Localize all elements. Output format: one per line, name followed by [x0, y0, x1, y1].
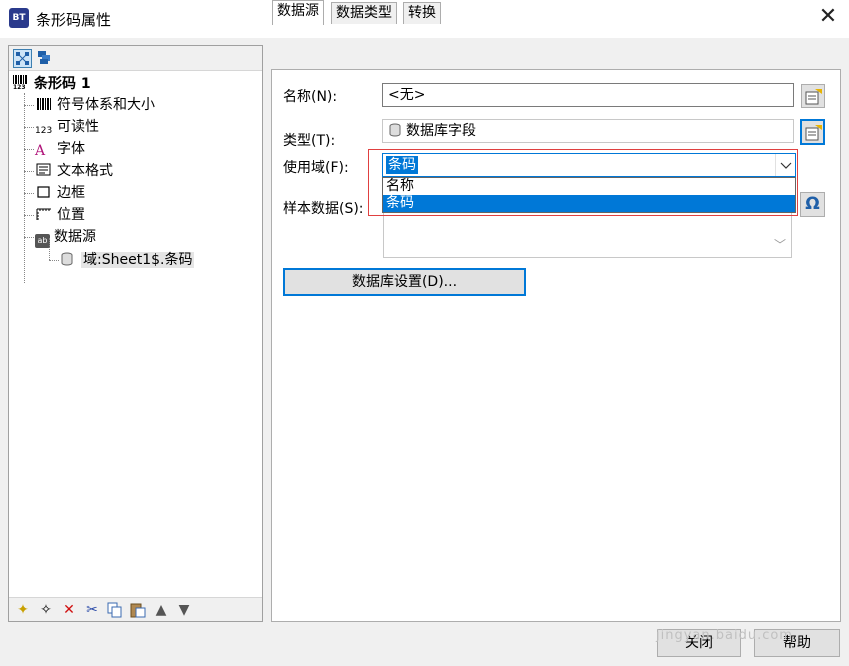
font-icon: A — [35, 143, 46, 159]
tree-item-label: 可读性 — [57, 119, 99, 135]
use-field-selected: 条码 — [386, 156, 418, 174]
list-view-icon — [38, 51, 50, 64]
tab-datasource[interactable]: 数据源 — [272, 0, 324, 25]
use-field-combobox[interactable]: 条码 — [382, 153, 796, 177]
name-field[interactable]: <无> — [382, 83, 794, 107]
tree-item-position[interactable]: 位置 — [35, 205, 85, 225]
barcode-symbology-icon — [35, 97, 53, 111]
cut-icon[interactable]: ✂ — [84, 602, 100, 618]
tree-connector — [24, 237, 34, 238]
database-settings-button[interactable]: 数据库设置(D)... — [283, 268, 526, 296]
tree-item-symbology[interactable]: 符号体系和大小 — [35, 95, 155, 115]
tree-toolbar — [9, 46, 262, 71]
edit-form-icon — [805, 125, 822, 141]
tree-item-datasource[interactable]: ab 数据源 — [35, 227, 96, 248]
watermark: jingyan.baidu.com — [656, 628, 793, 643]
position-icon — [35, 207, 53, 221]
tree-root-barcode[interactable]: 123 条形码 1 — [12, 74, 91, 94]
move-down-icon[interactable]: ▼ — [176, 602, 192, 618]
readability-123-icon: 123 — [35, 126, 53, 136]
paste-icon[interactable] — [130, 602, 146, 618]
tree-connector — [24, 127, 34, 128]
tree-item-text-format[interactable]: 文本格式 — [35, 161, 113, 181]
tree-connector — [49, 238, 50, 260]
database-icon — [59, 252, 77, 266]
chevron-down-icon[interactable]: ﹀ — [774, 236, 786, 253]
tree-item-label: 边框 — [57, 185, 85, 201]
text-format-icon — [35, 163, 53, 177]
magic-wand-icon[interactable]: ✧ — [38, 602, 54, 618]
tree-root-label: 条形码 1 — [34, 76, 91, 92]
tree-view-icon — [16, 52, 29, 65]
tab-data-type[interactable]: 数据类型 — [331, 2, 397, 24]
dropdown-option-name[interactable]: 名称 — [383, 178, 795, 195]
database-icon — [389, 123, 401, 137]
copy-icon[interactable] — [107, 602, 123, 618]
tree-item-readability[interactable]: 123 可读性 — [35, 117, 99, 137]
tree-item-font[interactable]: A 字体 — [35, 139, 85, 159]
datasource-icon: ab — [35, 234, 50, 248]
tree-item-field[interactable]: 域:Sheet1$.条码 — [59, 250, 195, 270]
properties-tree-panel: 123 条形码 1 符号体系和大小 123 可读性 A 字体 文本格式 边框 位… — [8, 45, 263, 622]
name-label: 名称(N): — [283, 89, 338, 105]
tree-item-label: 符号体系和大小 — [57, 97, 155, 113]
type-label: 类型(T): — [283, 133, 336, 149]
property-tree: 123 条形码 1 符号体系和大小 123 可读性 A 字体 文本格式 边框 位… — [9, 73, 262, 593]
tree-connector — [24, 105, 34, 106]
new-item-icon[interactable]: ✦ — [15, 602, 31, 618]
tree-bottom-toolbar: ✦ ✧ ✕ ✂ ▲ ▼ — [9, 597, 262, 621]
tree-view-button[interactable] — [13, 49, 32, 68]
svg-text:123: 123 — [13, 84, 26, 90]
barcode-app-icon: BT — [9, 8, 29, 28]
edit-form-icon — [805, 89, 822, 105]
list-view-button[interactable] — [36, 49, 55, 68]
use-field-label: 使用域(F): — [283, 160, 349, 176]
chevron-down-icon — [780, 162, 792, 169]
tree-item-label: 域:Sheet1$.条码 — [81, 252, 195, 268]
special-char-button[interactable]: Ω — [800, 192, 825, 217]
use-field-dropdown-list: 名称 条码 — [382, 177, 796, 213]
datasource-panel — [271, 69, 841, 622]
tree-item-border[interactable]: 边框 — [35, 183, 85, 203]
move-up-icon[interactable]: ▲ — [153, 602, 169, 618]
tree-connector — [24, 193, 34, 194]
tree-connector — [24, 171, 34, 172]
delete-icon[interactable]: ✕ — [61, 602, 77, 618]
sample-data-label: 样本数据(S): — [283, 201, 364, 217]
tree-connector — [49, 260, 59, 261]
dropdown-option-barcode[interactable]: 条码 — [383, 195, 795, 212]
type-browse-button[interactable] — [800, 119, 825, 145]
border-icon — [35, 185, 53, 199]
tree-item-label: 数据源 — [54, 229, 96, 245]
type-value: 数据库字段 — [406, 123, 476, 139]
close-window-icon[interactable]: ✕ — [814, 4, 842, 32]
tree-item-label: 文本格式 — [57, 163, 113, 179]
tree-connector — [24, 215, 34, 216]
window-title: 条形码属性 — [36, 11, 112, 29]
tree-connector — [24, 93, 25, 283]
tree-item-label: 位置 — [57, 207, 85, 223]
barcode-icon: 123 — [12, 74, 30, 91]
tab-convert[interactable]: 转换 — [403, 2, 441, 24]
type-field: 数据库字段 — [382, 119, 794, 143]
combobox-arrow-button[interactable] — [775, 154, 795, 176]
tree-item-label: 字体 — [57, 141, 85, 157]
name-browse-button[interactable] — [801, 84, 825, 108]
tree-connector — [24, 149, 34, 150]
